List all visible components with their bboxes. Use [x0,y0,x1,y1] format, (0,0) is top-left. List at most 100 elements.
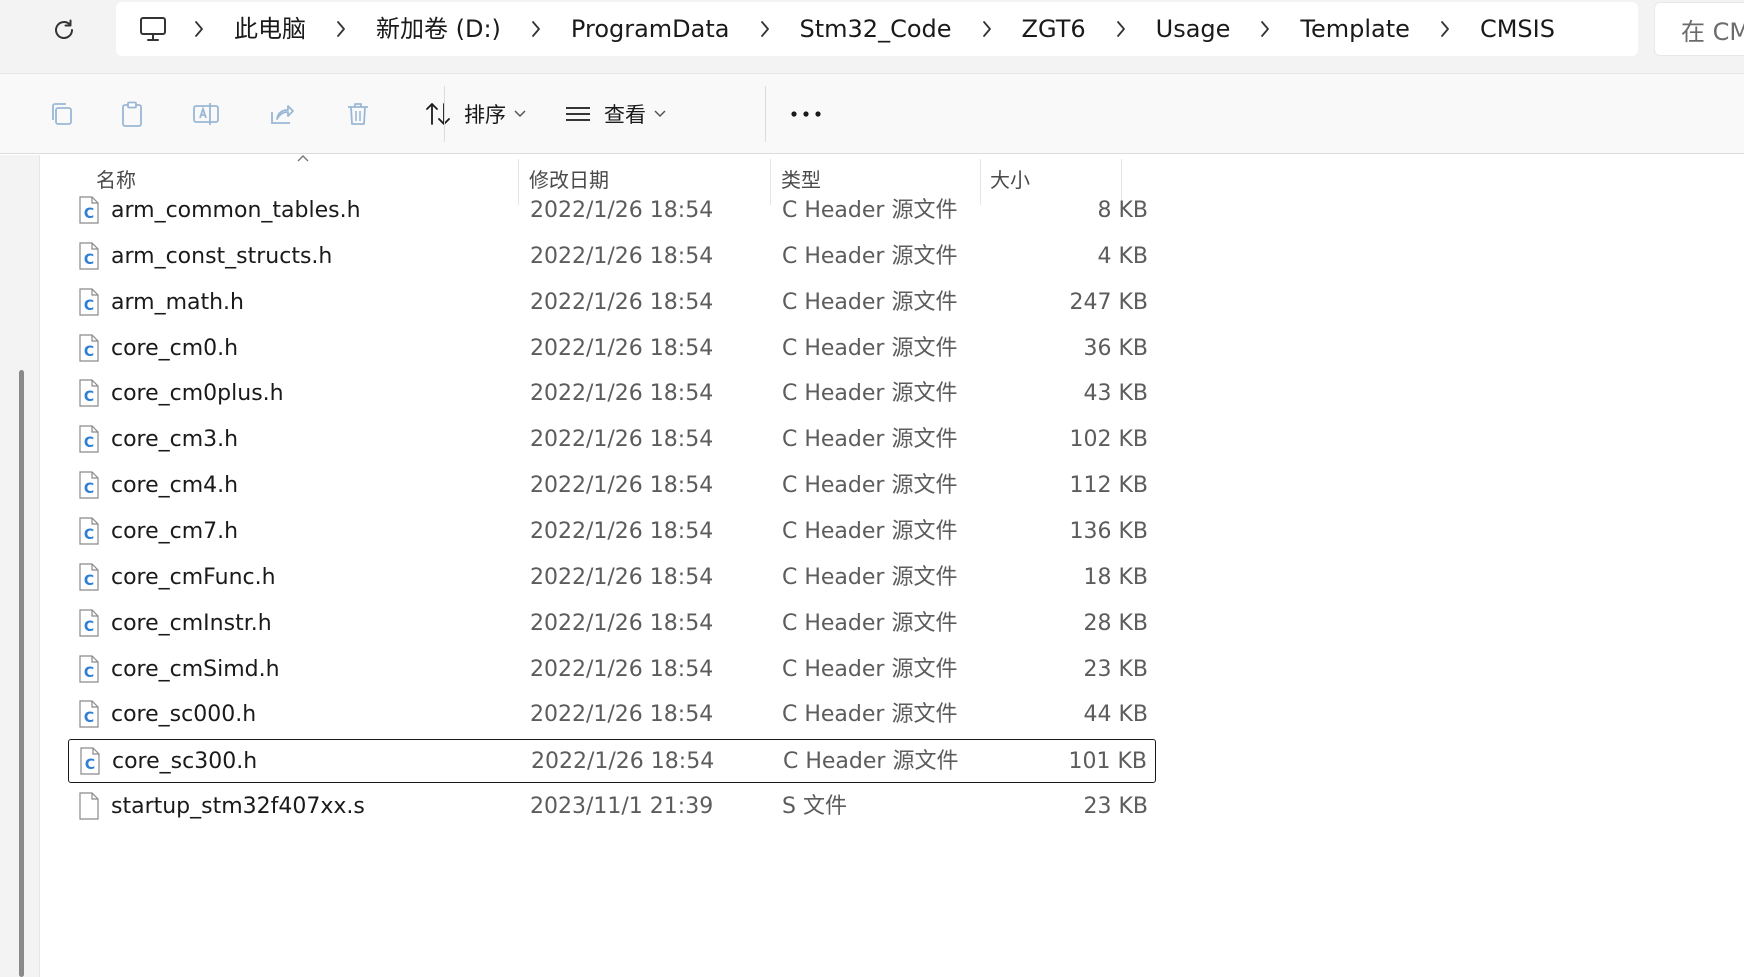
breadcrumb[interactable]: 此电脑 新加卷 (D:) ProgramData Stm32_Code ZGT6 Usag… [116,2,1638,56]
svg-text:C: C [84,298,94,314]
file-modified-date: 2022/1/26 18:54 [530,564,714,590]
refresh-icon [55,19,73,39]
c-header-file-icon: C [78,379,100,407]
c-header-file-icon: C [78,196,100,224]
file-row[interactable]: Carm_common_tables.h 2022/1/26 18:54 C Hea… [68,189,1156,233]
breadcrumb-chevron-icon[interactable] [748,14,782,44]
breadcrumb-chevron-icon[interactable] [970,14,1004,44]
breadcrumb-item[interactable]: ProgramData [567,14,734,44]
file-size: 18 KB [1083,564,1148,590]
more-options-button[interactable] [786,92,826,136]
file-modified-date: 2022/1/26 18:54 [531,749,715,775]
toolbar-divider [444,86,445,142]
breadcrumb-item[interactable]: Template [1296,14,1414,44]
c-header-file-icon: C [78,425,100,453]
search-input[interactable]: 在 CMSIS 中搜索 [1654,2,1744,56]
file-type: C Header 源文件 [782,289,958,315]
file-size: 112 KB [1069,473,1148,499]
file-name: arm_math.h [111,289,244,315]
search-placeholder: 在 CMSIS 中搜索 [1681,17,1744,46]
file-type: C Header 源文件 [782,243,958,269]
file-name: core_cmInstr.h [111,610,272,636]
view-button[interactable]: 查看 [558,92,666,136]
breadcrumb-chevron-icon[interactable] [519,14,553,44]
chevron-down-icon [514,110,526,118]
breadcrumb-chevron-icon[interactable] [1104,14,1138,44]
paste-icon [122,101,142,127]
file-row[interactable]: Ccore_sc300.h 2022/1/26 18:54 C Header 源文件… [68,739,1156,784]
file-size: 23 KB [1083,656,1148,682]
file-type: S 文件 [782,794,847,820]
file-name: core_cm4.h [111,473,239,499]
sort-label: 排序 [464,103,506,127]
file-modified-date: 2023/11/1 21:39 [530,794,714,820]
c-header-file-icon: C [78,700,100,728]
share-icon [271,105,294,124]
file-row[interactable]: Ccore_cm7.h 2022/1/26 18:54 C Header 源文件 13… [68,510,1156,554]
c-header-file-icon: C [78,609,100,637]
svg-text:C: C [84,206,94,222]
file-modified-date: 2022/1/26 18:54 [530,381,714,407]
view-list-icon [566,107,590,121]
file-type: C Header 源文件 [782,518,958,544]
copy-button[interactable] [42,92,82,136]
file-name: core_cm0.h [111,335,239,361]
trash-icon [348,103,368,125]
file-size: 4 KB [1097,243,1148,269]
file-name: arm_common_tables.h [111,198,361,223]
file-type: C Header 源文件 [782,564,958,590]
file-modified-date: 2022/1/26 18:54 [530,243,714,269]
share-button[interactable] [262,92,302,136]
file-modified-date: 2022/1/26 18:54 [530,702,714,728]
sort-button[interactable]: 排序 [418,92,526,136]
delete-button[interactable] [338,92,378,136]
breadcrumb-chevron-icon[interactable] [182,14,216,44]
svg-text:C: C [84,252,94,268]
file-explorer-window: 此电脑 新加卷 (D:) ProgramData Stm32_Code ZGT6 Usag… [0,0,1744,977]
nav-scrollbar-thumb[interactable] [19,370,24,977]
file-modified-date: 2022/1/26 18:54 [530,427,714,453]
file-modified-date: 2022/1/26 18:54 [530,656,714,682]
file-row[interactable]: Ccore_cmFunc.h 2022/1/26 18:54 C Header 源文… [68,556,1156,600]
file-row[interactable]: Ccore_cm3.h 2022/1/26 18:54 C Header 源文件 10… [68,418,1156,462]
refresh-button[interactable] [40,10,88,50]
breadcrumb-item[interactable]: 新加卷 (D:) [372,14,505,44]
breadcrumb-item[interactable]: Stm32_Code [796,14,956,44]
svg-text:C: C [84,481,94,497]
c-header-file-icon: C [78,654,100,683]
file-row[interactable]: Carm_const_structs.h 2022/1/26 18:54 C Hea… [68,235,1156,279]
file-name: arm_const_structs.h [111,243,333,269]
file-row[interactable]: Ccore_cmSimd.h 2022/1/26 18:54 C Header 源文… [68,648,1156,692]
file-row[interactable]: Ccore_cm0.h 2022/1/26 18:54 C Header 源文件 36… [68,327,1156,371]
file-modified-date: 2022/1/26 18:54 [530,335,714,361]
file-size: 136 KB [1069,518,1148,544]
file-name: core_sc000.h [111,702,257,728]
rename-button[interactable] [186,92,226,136]
file-row[interactable]: Carm_math.h 2022/1/26 18:54 C Header 源文件 24… [68,281,1156,325]
file-size: 43 KB [1083,381,1148,407]
paste-button[interactable] [112,92,152,136]
svg-text:C: C [85,757,95,773]
breadcrumb-item[interactable]: CMSIS [1476,14,1559,44]
breadcrumb-chevron-icon[interactable] [1428,14,1462,44]
c-header-file-icon: C [78,471,100,499]
svg-text:C: C [84,435,94,451]
file-row[interactable]: startup_stm32f407xx.s 2023/11/1 21:39 S 文件… [68,785,1156,829]
c-header-file-icon: C [78,333,100,362]
file-name: core_sc300.h [112,749,258,775]
file-row[interactable]: Ccore_cm0plus.h 2022/1/26 18:54 C Header 源… [68,372,1156,416]
file-type: C Header 源文件 [782,610,958,636]
file-type: C Header 源文件 [782,427,958,453]
file-type: C Header 源文件 [782,198,958,223]
this-pc-icon[interactable] [138,14,168,44]
breadcrumb-chevron-icon[interactable] [324,14,358,44]
breadcrumb-item[interactable]: Usage [1152,14,1235,44]
file-row[interactable]: Ccore_cm4.h 2022/1/26 18:54 C Header 源文件 11… [68,464,1156,508]
breadcrumb-item[interactable]: 此电脑 [230,14,310,44]
chevron-down-icon [654,110,666,118]
breadcrumb-chevron-icon[interactable] [1248,14,1282,44]
file-row[interactable]: Ccore_sc000.h 2022/1/26 18:54 C Header 源文件… [68,693,1156,737]
file-name: startup_stm32f407xx.s [111,794,365,820]
file-row[interactable]: Ccore_cmInstr.h 2022/1/26 18:54 C Header 源… [68,602,1156,646]
breadcrumb-item[interactable]: ZGT6 [1018,14,1090,44]
